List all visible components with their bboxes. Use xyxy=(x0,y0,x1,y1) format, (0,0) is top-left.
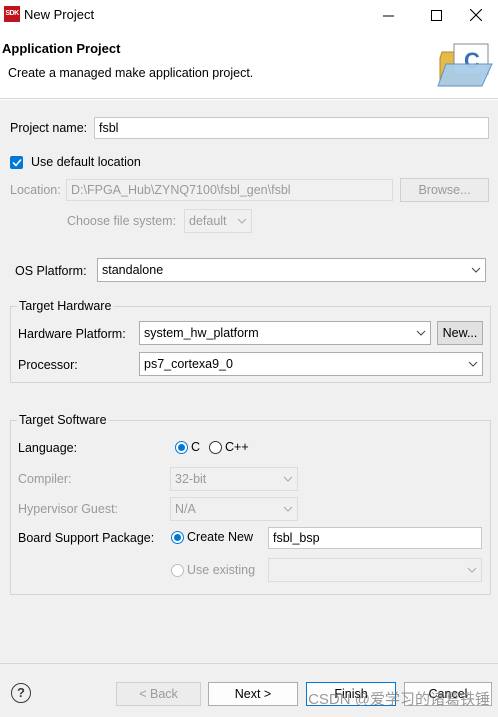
processor-value: ps7_cortexa9_0 xyxy=(144,357,233,371)
language-cpp-label: C++ xyxy=(225,440,249,454)
file-system-label: Choose file system: xyxy=(67,214,177,228)
hardware-platform-value: system_hw_platform xyxy=(144,326,259,340)
chevron-down-icon xyxy=(416,322,426,344)
page-title: Application Project xyxy=(2,41,121,56)
chevron-down-icon xyxy=(237,210,247,232)
chevron-down-icon xyxy=(471,259,481,281)
sdk-app-icon: SDK xyxy=(4,6,20,22)
back-button[interactable]: < Back xyxy=(116,682,201,706)
file-system-value: default xyxy=(189,214,227,228)
language-cpp-radio[interactable] xyxy=(209,441,222,454)
processor-label: Processor: xyxy=(18,358,78,372)
location-label: Location: xyxy=(10,183,61,197)
hypervisor-guest-select[interactable]: N/A xyxy=(170,497,298,521)
maximize-icon xyxy=(430,9,442,21)
compiler-select[interactable]: 32-bit xyxy=(170,467,298,491)
chevron-down-icon xyxy=(468,353,478,375)
maximize-button[interactable] xyxy=(414,0,458,30)
chevron-down-icon xyxy=(283,498,293,520)
project-name-label: Project name: xyxy=(10,121,88,135)
close-button[interactable] xyxy=(454,0,498,30)
chevron-down-icon xyxy=(283,468,293,490)
bsp-name-input[interactable]: fsbl_bsp xyxy=(268,527,482,549)
language-c-label: C xyxy=(191,440,201,454)
compiler-label: Compiler: xyxy=(18,472,72,486)
os-platform-value: standalone xyxy=(102,263,164,277)
browse-button[interactable]: Browse... xyxy=(400,178,489,202)
project-name-input[interactable]: fsbl xyxy=(94,117,489,139)
hardware-platform-label: Hardware Platform: xyxy=(18,327,126,341)
close-icon xyxy=(470,9,482,21)
minimize-icon xyxy=(382,15,394,16)
new-c-project-folder-icon: C xyxy=(436,42,494,93)
language-label: Language: xyxy=(18,441,78,455)
window-title: New Project xyxy=(24,7,95,22)
hardware-platform-select[interactable]: system_hw_platform xyxy=(139,321,431,345)
target-software-title: Target Software xyxy=(17,413,109,427)
language-c-radio[interactable] xyxy=(175,441,188,454)
location-input[interactable]: D:\FPGA_Hub\ZYNQ7100\fsbl_gen\fsbl xyxy=(66,179,393,201)
bsp-label: Board Support Package: xyxy=(18,531,155,545)
page-subtitle: Create a managed make application projec… xyxy=(8,66,254,80)
hypervisor-guest-value: N/A xyxy=(175,502,196,516)
os-platform-select[interactable]: standalone xyxy=(97,258,486,282)
compiler-value: 32-bit xyxy=(175,472,207,486)
hypervisor-guest-label: Hypervisor Guest: xyxy=(18,502,119,516)
target-hardware-title: Target Hardware xyxy=(17,299,114,313)
os-platform-label: OS Platform: xyxy=(15,264,87,278)
next-button[interactable]: Next > xyxy=(208,682,298,706)
minimize-button[interactable] xyxy=(366,0,410,30)
csdn-watermark: CSDN @爱学习的诸葛铁锤 xyxy=(308,691,490,708)
help-icon[interactable]: ? xyxy=(11,683,31,703)
chevron-down-icon xyxy=(467,559,477,581)
bsp-create-new-radio[interactable] xyxy=(171,531,184,544)
check-icon xyxy=(11,158,22,167)
bsp-use-existing-radio[interactable] xyxy=(171,564,184,577)
use-default-location-checkbox[interactable] xyxy=(10,156,23,169)
processor-select[interactable]: ps7_cortexa9_0 xyxy=(139,352,483,376)
file-system-select[interactable]: default xyxy=(184,209,252,233)
use-default-location-label: Use default location xyxy=(31,155,141,169)
bsp-use-existing-label: Use existing xyxy=(187,563,256,577)
bsp-create-new-label: Create New xyxy=(187,530,253,544)
bsp-existing-select[interactable] xyxy=(268,558,482,582)
new-hardware-platform-button[interactable]: New... xyxy=(437,321,483,345)
